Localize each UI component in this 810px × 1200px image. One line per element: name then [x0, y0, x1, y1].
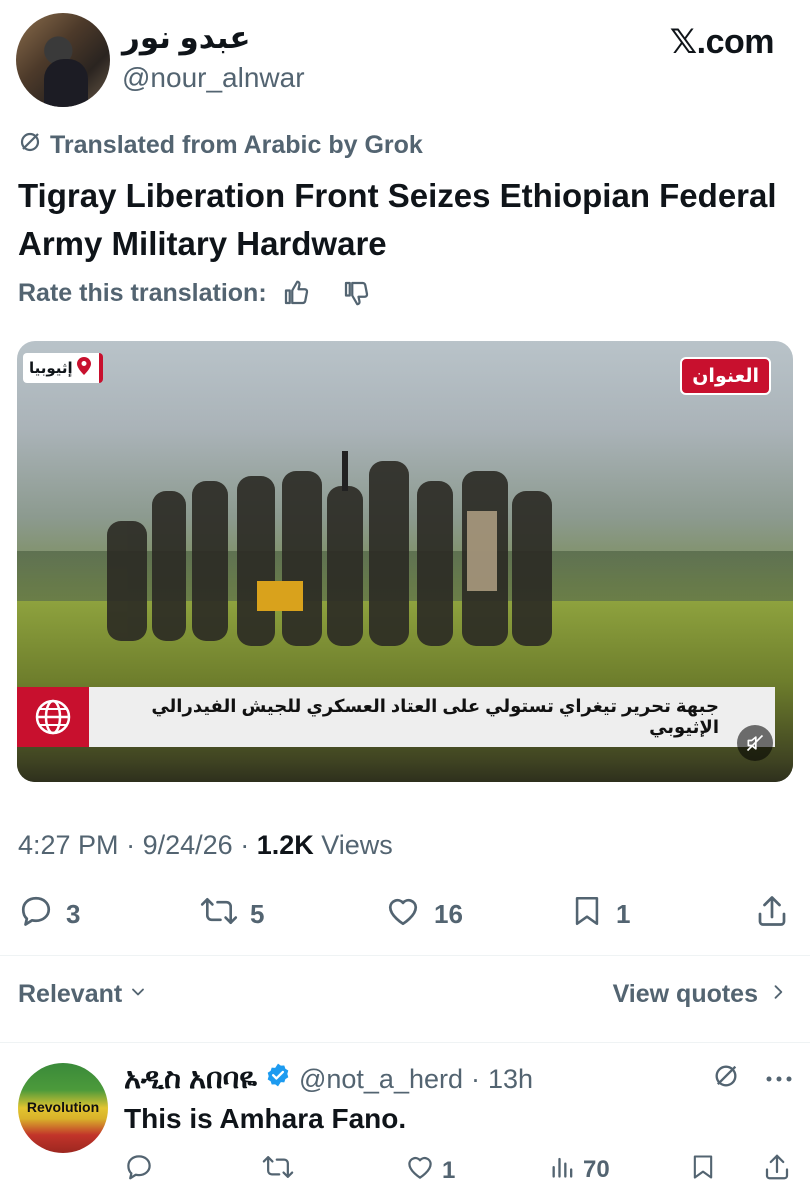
rate-translation: Rate this translation: [18, 278, 371, 308]
heart-icon [404, 1152, 436, 1189]
rate-translation-label: Rate this translation: [18, 278, 267, 307]
reply-icon [124, 1152, 154, 1189]
like-button[interactable]: 16 [384, 893, 463, 936]
verified-badge-icon [265, 1062, 291, 1096]
meta-separator: · [126, 830, 143, 860]
sort-relevant-dropdown[interactable]: Relevant [18, 980, 148, 1009]
translation-notice-text: Translated from Arabic by Grok [50, 131, 423, 159]
video-location-tag: إثيوبيا [23, 353, 103, 383]
divider [0, 1042, 810, 1043]
reply-icon [18, 893, 54, 936]
globe-icon [17, 687, 89, 747]
video-crowd-figures [107, 451, 552, 646]
post-actions: 3 5 16 1 [18, 893, 793, 941]
reply-button[interactable]: 3 [18, 893, 80, 936]
bookmark-icon [570, 893, 604, 936]
view-quotes-label: View quotes [612, 980, 758, 1008]
share-icon [762, 1152, 792, 1189]
x-logo: 𝕏.com [669, 23, 775, 61]
reply-views-count: 70 [583, 1155, 610, 1183]
post-text: Tigray Liberation Front Seizes Ethiopian… [18, 177, 777, 262]
chevron-down-icon [128, 980, 148, 1009]
meta-separator: · [240, 830, 257, 860]
repost-icon [200, 893, 238, 936]
view-quotes-link[interactable]: View quotes [613, 980, 788, 1009]
post-time[interactable]: 4:27 PM [18, 830, 119, 860]
reply-avatar-text: Revolution [26, 1099, 100, 1115]
reply-avatar[interactable]: Revolution [18, 1063, 108, 1153]
reply-header: አዲስ አበባዬ @not_a_herd · 13h [124, 1062, 533, 1096]
more-options-icon[interactable] [766, 1070, 792, 1088]
author-avatar[interactable] [16, 13, 110, 107]
repost-count: 5 [250, 899, 265, 929]
reply-reply-button[interactable] [124, 1152, 160, 1189]
reply-actions: 1 70 [124, 1152, 794, 1192]
meta-separator: · [471, 1063, 480, 1094]
translation-notice: Translated from Arabic by Grok [18, 130, 423, 161]
like-count: 16 [434, 899, 463, 929]
thumbs-down-icon[interactable] [341, 278, 371, 308]
author-display-name[interactable]: عبدو نور [122, 20, 251, 56]
grok-icon[interactable] [712, 1062, 740, 1095]
reply-display-name[interactable]: አዲስ አበባዬ [124, 1063, 257, 1096]
reply-like-button[interactable]: 1 [404, 1152, 455, 1189]
reply-share-button[interactable] [762, 1152, 792, 1189]
reply-handle[interactable]: @not_a_herd [299, 1064, 463, 1095]
reply-like-count: 1 [442, 1156, 456, 1184]
reply-count: 3 [66, 899, 81, 929]
reply-views-button[interactable]: 70 [549, 1152, 610, 1187]
heart-icon [384, 893, 422, 936]
bookmark-count: 1 [616, 899, 631, 929]
share-icon [754, 893, 790, 936]
reply-bookmark-button[interactable] [689, 1152, 717, 1189]
bookmark-button[interactable]: 1 [570, 893, 630, 936]
location-pin-icon [76, 357, 91, 379]
views-icon [549, 1152, 577, 1187]
repost-icon [262, 1152, 294, 1189]
location-tag-text: إثيوبيا [29, 360, 73, 377]
chevron-right-icon [768, 980, 788, 1009]
repost-button[interactable]: 5 [200, 893, 264, 936]
mute-icon[interactable] [737, 725, 773, 761]
author-handle[interactable]: @nour_alnwar [122, 62, 305, 94]
post-video[interactable]: إثيوبيا العنوان جبهة تحرير تيغراي تستولي… [17, 341, 793, 782]
grok-icon [18, 130, 42, 161]
bookmark-icon [689, 1152, 717, 1189]
post-metadata: 4:27 PM · 9/24/26 · 1.2K Views [18, 830, 393, 861]
post-date[interactable]: 9/24/26 [143, 830, 233, 860]
share-button[interactable] [754, 893, 790, 936]
reply-text: This is Amhara Fano. [124, 1103, 407, 1134]
thumbs-up-icon[interactable] [281, 278, 311, 308]
reply-time[interactable]: 13h [488, 1064, 533, 1095]
views-label: Views [321, 830, 393, 860]
sort-relevant-label: Relevant [18, 980, 123, 1008]
reply-repost-button[interactable] [262, 1152, 300, 1189]
news-caption: جبهة تحرير تيغراي تستولي على العتاد العس… [89, 687, 775, 747]
reply-menu [712, 1062, 792, 1095]
views-count: 1.2K [256, 830, 314, 860]
divider [0, 955, 810, 956]
channel-logo: العنوان [680, 357, 771, 395]
news-ticker: جبهة تحرير تيغراي تستولي على العتاد العس… [17, 687, 793, 747]
